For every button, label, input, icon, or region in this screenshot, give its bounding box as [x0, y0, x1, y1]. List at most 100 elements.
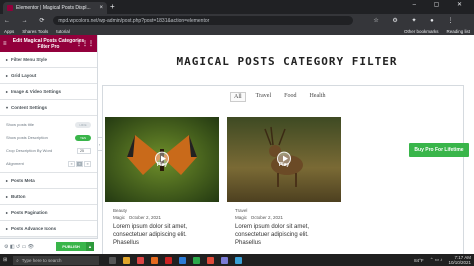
footer-tool-icons[interactable]: ⚙ ◧ ↺ ▭ 👁 [4, 244, 34, 250]
play-label: Play [156, 162, 168, 169]
navigation-buttons[interactable]: ← → ⟳ [4, 17, 49, 24]
page-title: MAGICAL POSTS CATEGORY FILTER [176, 55, 398, 68]
file-explorer-icon[interactable] [123, 256, 131, 264]
caret-right-icon: ▸ [6, 210, 9, 215]
search-placeholder: Type here to search [21, 257, 62, 263]
bookmark-other[interactable]: Other bookmarks [404, 29, 439, 34]
new-tab-button[interactable]: + [110, 2, 115, 11]
post-category[interactable]: Beauty [113, 208, 211, 213]
control-alignment: Alignment ≡ ≡ ≡ [6, 157, 91, 170]
caret-right-icon: ▸ [6, 178, 9, 183]
section-label: Grid Layout [11, 73, 37, 78]
caret-down-icon: ▾ [6, 105, 9, 110]
hamburger-menu-icon[interactable]: ≡ [3, 41, 7, 47]
section-filter-menu-style[interactable]: ▸ Filter Menu Style [0, 52, 97, 68]
bookmarks-bar: Apps Shares Tools tutorial Other bookmar… [0, 27, 474, 35]
search-icon: ⌕ [16, 257, 19, 263]
caret-right-icon: ▸ [6, 89, 9, 94]
section-label: Image & Video Settings [11, 89, 61, 94]
window-controls[interactable]: – ▢ ✕ [413, 1, 470, 8]
video-thumbnail[interactable]: Play [105, 117, 219, 202]
show-description-toggle[interactable]: YES [75, 134, 91, 141]
buy-pro-button[interactable]: Buy Pro For Lifetime [409, 143, 469, 157]
control-label: Crop Description By Word [6, 148, 53, 153]
pinned-apps [109, 256, 243, 264]
bookmark-tutorial[interactable]: tutorial [56, 29, 70, 34]
caret-right-icon: ▸ [6, 226, 9, 231]
weather-text[interactable]: 84°F [414, 258, 424, 263]
panel-header: ≡ Edit Magical Posts Categories Filter P… [0, 35, 97, 52]
tray-icons[interactable]: ⌃ ▭ ♪ [430, 257, 443, 263]
chrome-icon[interactable] [137, 256, 145, 264]
post-excerpt: Lorem ipsum dolor sit amet, consectetuer… [235, 224, 310, 246]
publish-options-caret-icon[interactable]: ▲ [86, 242, 94, 251]
control-label: Show posts title [6, 122, 35, 127]
extension-icons[interactable]: ☆ ⚙ ✦ ● ⋮ [373, 17, 459, 24]
section-posts-meta[interactable]: ▸ Posts Meta [0, 173, 97, 189]
align-left-icon[interactable]: ≡ [68, 160, 75, 167]
control-label: Alignment [6, 161, 24, 166]
clock[interactable]: 7:17 AM 10/10/2021 [448, 255, 471, 265]
section-label: Filter Menu Style [11, 57, 48, 62]
app-icon[interactable] [193, 256, 201, 264]
post-meta: Beauty Magic October 2, 2021 [105, 202, 219, 220]
clock-date: 10/10/2021 [448, 260, 471, 265]
bookmark-reading-list[interactable]: Reading list [446, 29, 470, 34]
app-icon[interactable] [207, 256, 215, 264]
taskbar: ⊞ ⌕ Type here to search 84°F ⌃ ▭ ♪ 7:17 … [0, 254, 474, 266]
bookmark-shares-tools[interactable]: Shares Tools [22, 29, 48, 34]
tab-title: Elementor | Magical Posts Displ... [16, 5, 91, 11]
publish-button-group: PUBLISH ▲ [56, 242, 94, 251]
filter-all[interactable]: All [230, 92, 246, 102]
post-card: Play Beauty Magic October 2, 2021 Lorem … [105, 117, 219, 254]
video-thumbnail[interactable]: Play [227, 117, 341, 202]
post-meta: Travel Magic October 2, 2021 [227, 202, 341, 220]
section-image-video-settings[interactable]: ▸ Image & Video Settings [0, 84, 97, 100]
app-icon[interactable] [235, 256, 243, 264]
content-settings-controls: Show posts title HIDE Show posts Descrip… [0, 116, 97, 173]
url-field[interactable]: mpd.wpcolors.net/wp-admin/post.php?post=… [53, 16, 354, 25]
align-center-icon[interactable]: ≡ [76, 160, 83, 167]
section-label: Content Settings [11, 105, 48, 110]
control-crop-description: Crop Description By Word 25 [6, 144, 91, 157]
section-grid-layout[interactable]: ▸ Grid Layout [0, 68, 97, 84]
publish-button[interactable]: PUBLISH [56, 242, 86, 251]
vscode-icon[interactable] [179, 256, 187, 264]
section-label: Posts Advance Icons [11, 226, 57, 231]
crop-words-input[interactable]: 25 [77, 147, 91, 154]
bookmark-apps[interactable]: Apps [4, 29, 14, 34]
filter-food[interactable]: Food [281, 92, 299, 102]
app-icon[interactable] [165, 256, 173, 264]
post-author[interactable]: Magic [235, 215, 247, 220]
section-label: Button [11, 194, 26, 199]
filter-health[interactable]: Health [306, 92, 328, 102]
app-icon[interactable] [221, 256, 229, 264]
preview-canvas: ‹ MAGICAL POSTS CATEGORY FILTER All Trav… [98, 35, 474, 254]
tab-close-icon[interactable]: × [99, 5, 103, 11]
section-posts-advance-icons[interactable]: ▸ Posts Advance Icons [0, 221, 97, 237]
caret-right-icon: ▸ [6, 73, 9, 78]
post-date: October 2, 2021 [250, 215, 284, 220]
widgets-grid-icon[interactable]: ⋮⋮⋮ [76, 41, 94, 47]
browser-tab-bar: Elementor | Magical Posts Displ... × + –… [0, 0, 474, 14]
taskbar-search[interactable]: ⌕ Type here to search [13, 255, 100, 265]
filter-travel[interactable]: Travel [253, 92, 274, 102]
section-label: Posts Meta [11, 178, 35, 183]
section-posts-pagination[interactable]: ▸ Posts Pagination [0, 205, 97, 221]
windows-start-icon[interactable]: ⊞ [3, 257, 7, 263]
post-category[interactable]: Travel [235, 208, 333, 213]
show-title-toggle[interactable]: HIDE [75, 121, 91, 128]
post-card: Play Travel Magic October 2, 2021 Lorem … [227, 117, 341, 254]
align-right-icon[interactable]: ≡ [84, 160, 91, 167]
section-button[interactable]: ▸ Button [0, 189, 97, 205]
elementor-favicon-icon [7, 5, 13, 11]
post-author[interactable]: Magic [113, 215, 125, 220]
section-label: Posts Pagination [11, 210, 48, 215]
firefox-icon[interactable] [151, 256, 159, 264]
post-excerpt: Lorem ipsum dolor sit amet, consectetuer… [113, 224, 188, 246]
section-content-settings[interactable]: ▾ Content Settings [0, 100, 97, 116]
task-view-icon[interactable] [109, 256, 117, 264]
post-date: October 2, 2021 [128, 215, 162, 220]
panel-title: Edit Magical Posts Categories Filter Pro [12, 37, 85, 50]
browser-tab[interactable]: Elementor | Magical Posts Displ... × [3, 2, 107, 14]
